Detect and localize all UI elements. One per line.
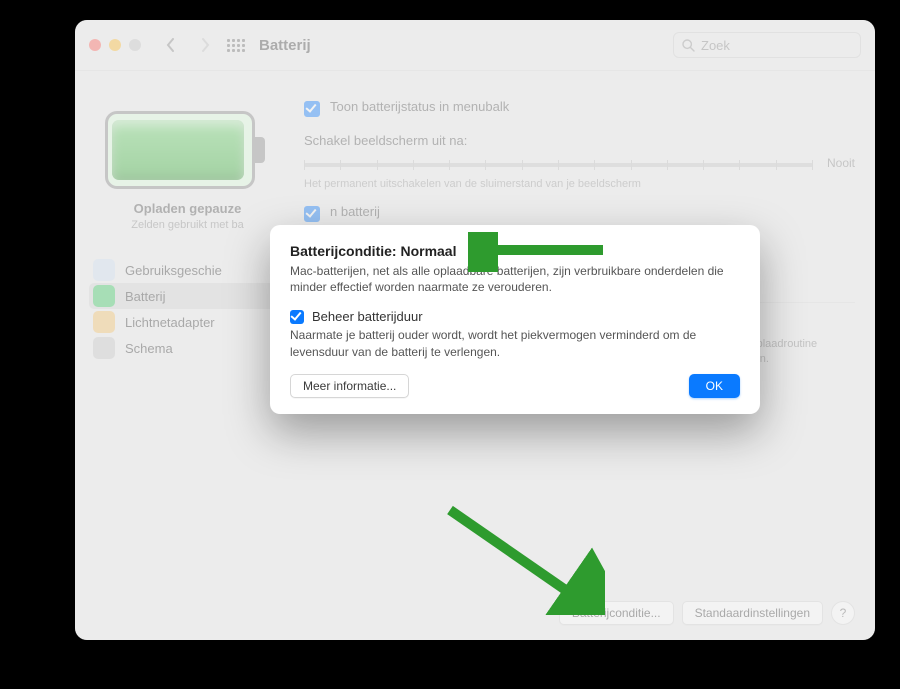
dialog-title: Batterijconditie: Normaal	[290, 243, 740, 259]
manage-battery-longevity-label: Beheer batterijduur	[312, 309, 423, 324]
ok-button[interactable]: OK	[689, 374, 740, 398]
manage-battery-longevity-help: Naarmate je batterij ouder wordt, wordt …	[290, 327, 740, 359]
dialog-description: Mac-batterijen, net als alle oplaadbare …	[290, 263, 740, 295]
more-info-button[interactable]: Meer informatie...	[290, 374, 409, 398]
battery-condition-dialog: Batterijconditie: Normaal Mac-batterijen…	[270, 225, 760, 414]
manage-battery-longevity-checkbox[interactable]	[290, 310, 304, 324]
